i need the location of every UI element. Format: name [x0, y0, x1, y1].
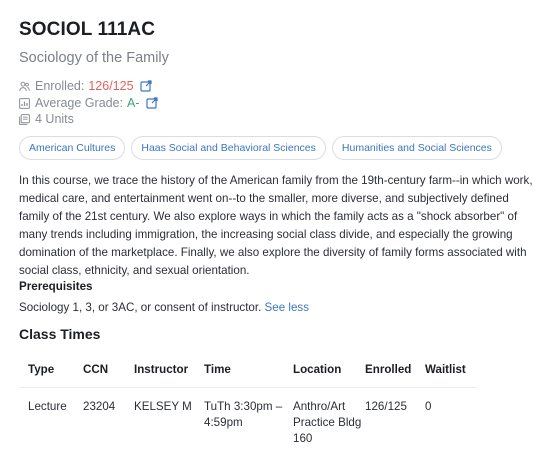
column-header-time: Time [204, 363, 231, 376]
column-header-location: Location [293, 363, 342, 376]
class-times-heading: Class Times [19, 326, 101, 342]
cell-ccn: 23204 [83, 400, 116, 413]
column-header-instructor: Instructor [134, 363, 189, 376]
prerequisites-text: Sociology 1, 3, or 3AC, or consent of in… [19, 301, 309, 314]
column-header-waitlist: Waitlist [425, 363, 466, 376]
class-times-table: Type CCN Instructor Time Location Enroll… [19, 352, 477, 447]
table-row: Lecture 23204 KELSEY M TuTh 3:30pm – 4:5… [19, 388, 477, 447]
people-icon [19, 81, 30, 92]
cell-location: Anthro/Art Practice Bldg 160 [293, 400, 362, 445]
cell-instructor: KELSEY M [134, 400, 192, 413]
cell-type: Lecture [28, 400, 67, 413]
enrolled-label: Enrolled: [35, 79, 85, 93]
grade-chart-icon [19, 97, 30, 109]
enrolled-value: 126/125 [88, 79, 134, 93]
average-grade-value: A- [127, 96, 140, 110]
cell-time: TuTh 3:30pm – 4:59pm [204, 400, 283, 429]
prerequisites-body: Sociology 1, 3, or 3AC, or consent of in… [19, 301, 262, 314]
column-header-ccn: CCN [83, 363, 109, 376]
external-link-icon[interactable] [145, 97, 158, 109]
requirement-tags: American Cultures Haas Social and Behavi… [19, 136, 502, 160]
units-row: 4 Units [19, 111, 74, 127]
table-header: Type CCN Instructor Time Location Enroll… [19, 352, 477, 388]
enrolled-row: Enrolled: 126/125 [19, 78, 152, 94]
tag-american-cultures[interactable]: American Cultures [19, 136, 126, 160]
column-header-enrolled: Enrolled [365, 363, 412, 376]
average-grade-row: Average Grade: A- [19, 95, 158, 111]
units-text: 4 Units [35, 112, 74, 126]
cell-waitlist: 0 [425, 400, 432, 413]
course-code: SOCIOL 111AC [19, 19, 156, 40]
tag-humanities-social[interactable]: Humanities and Social Sciences [331, 136, 502, 160]
column-header-type: Type [28, 363, 55, 376]
average-grade-label: Average Grade: [35, 96, 124, 110]
tag-haas-social-behavioral[interactable]: Haas Social and Behavioral Sciences [131, 136, 326, 160]
cell-enrolled: 126/125 [365, 400, 407, 413]
prerequisites-heading: Prerequisites [19, 280, 93, 293]
course-description: In this course, we trace the history of … [19, 174, 533, 277]
external-link-icon[interactable] [139, 80, 152, 92]
units-book-icon [19, 113, 30, 125]
course-title: Sociology of the Family [19, 50, 169, 66]
see-less-link[interactable]: See less [265, 301, 309, 314]
